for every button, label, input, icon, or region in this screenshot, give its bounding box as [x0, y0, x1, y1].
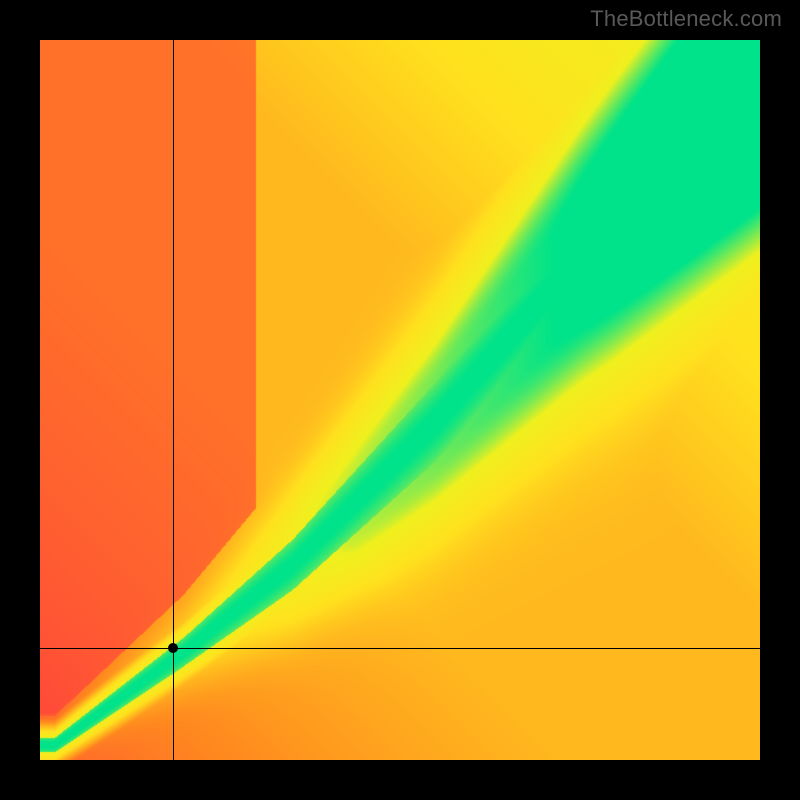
watermark-text: TheBottleneck.com: [590, 6, 782, 32]
chart-frame: TheBottleneck.com: [0, 0, 800, 800]
plot-area: [40, 40, 760, 760]
marker-dot: [168, 643, 178, 653]
heatmap-canvas: [40, 40, 760, 760]
crosshair-horizontal: [40, 648, 760, 649]
